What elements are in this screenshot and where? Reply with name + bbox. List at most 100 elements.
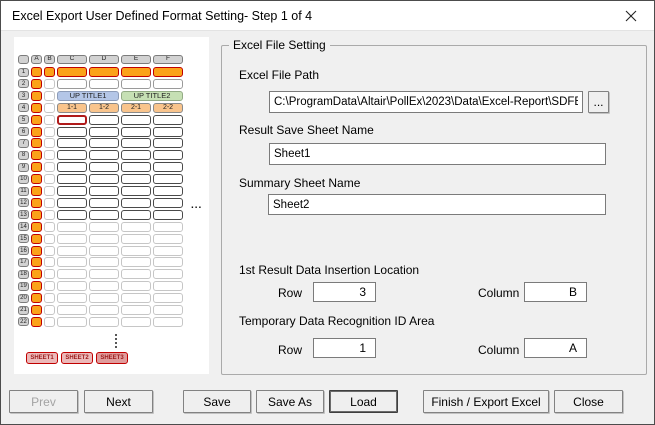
cell-B8[interactable] [44,150,55,160]
excel-file-path-input[interactable] [269,91,583,113]
row-header-6[interactable]: 6 [18,127,29,136]
cell-F14[interactable] [153,222,183,232]
cell-D11[interactable] [89,186,119,196]
cell-F17[interactable] [153,257,183,267]
cell-A11[interactable] [31,186,42,196]
cell-A6[interactable] [31,127,42,137]
cell-A18[interactable] [31,269,42,279]
up-title2-cell[interactable]: UP TITLE2 [121,91,183,101]
load-button[interactable]: Load [329,390,398,413]
cell-E11[interactable] [121,186,151,196]
cell-B12[interactable] [44,198,55,208]
cell-A12[interactable] [31,198,42,208]
cell-C1[interactable] [57,67,87,77]
cell-F11[interactable] [153,186,183,196]
cell-A3[interactable] [31,91,42,101]
cell-B20[interactable] [44,293,55,303]
close-button[interactable] [608,1,654,30]
cell-B3[interactable] [44,91,55,101]
cell-A1[interactable] [31,67,42,77]
column-header-F[interactable]: F [153,55,183,64]
cell-A17[interactable] [31,257,42,267]
cell-B17[interactable] [44,257,55,267]
summary-sheet-input[interactable] [268,194,606,215]
cell-A19[interactable] [31,281,42,291]
cell-E19[interactable] [121,281,151,291]
cell-C6[interactable] [57,127,87,137]
cell-C21[interactable] [57,305,87,315]
sub-title-cell-1-1[interactable]: 1-1 [57,103,87,113]
cell-F10[interactable] [153,174,183,184]
row-header-16[interactable]: 16 [18,246,29,255]
save-button[interactable]: Save [183,390,251,413]
cell-C15[interactable] [57,234,87,244]
result-sheet-input[interactable] [269,143,606,165]
row-header-7[interactable]: 7 [18,139,29,148]
row-header-2[interactable]: 2 [18,79,29,88]
cell-B21[interactable] [44,305,55,315]
sub-title-cell-2-2[interactable]: 2-2 [153,103,183,113]
cell-C5[interactable] [57,115,87,125]
cell-F22[interactable] [153,317,183,327]
cell-E15[interactable] [121,234,151,244]
cell-C18[interactable] [57,269,87,279]
cell-B2[interactable] [44,79,55,89]
cell-A10[interactable] [31,174,42,184]
save-as-button[interactable]: Save As [256,390,324,413]
cell-E2[interactable] [121,79,151,89]
cell-D16[interactable] [89,246,119,256]
cell-C9[interactable] [57,162,87,172]
cell-A13[interactable] [31,210,42,220]
cell-B4[interactable] [44,103,55,113]
cell-D21[interactable] [89,305,119,315]
cell-B1[interactable] [44,67,55,77]
row-header-13[interactable]: 13 [18,210,29,219]
cell-B14[interactable] [44,222,55,232]
cell-F6[interactable] [153,127,183,137]
cell-F5[interactable] [153,115,183,125]
cell-D10[interactable] [89,174,119,184]
cell-D2[interactable] [89,79,119,89]
row-header-11[interactable]: 11 [18,187,29,196]
cell-A20[interactable] [31,293,42,303]
browse-button[interactable]: ... [588,91,609,113]
cell-D9[interactable] [89,162,119,172]
cell-B6[interactable] [44,127,55,137]
cell-D7[interactable] [89,138,119,148]
cell-A4[interactable] [31,103,42,113]
row-header-22[interactable]: 22 [18,317,29,326]
column-header-D[interactable]: D [89,55,119,64]
cell-E18[interactable] [121,269,151,279]
cell-C11[interactable] [57,186,87,196]
sheet-tab-sheet3[interactable]: SHEET3 [96,352,128,364]
cell-B11[interactable] [44,186,55,196]
next-button[interactable]: Next [84,390,153,413]
corner-header-cell[interactable] [18,55,29,64]
cell-D18[interactable] [89,269,119,279]
cell-E7[interactable] [121,138,151,148]
cell-B19[interactable] [44,281,55,291]
recognition-row-input[interactable] [313,338,376,358]
column-header-B[interactable]: B [44,55,55,64]
cell-F13[interactable] [153,210,183,220]
cell-E8[interactable] [121,150,151,160]
cell-C13[interactable] [57,210,87,220]
cell-A8[interactable] [31,150,42,160]
cell-F2[interactable] [153,79,183,89]
row-header-10[interactable]: 10 [18,175,29,184]
cell-E17[interactable] [121,257,151,267]
cell-E9[interactable] [121,162,151,172]
row-header-20[interactable]: 20 [18,294,29,303]
column-header-E[interactable]: E [121,55,151,64]
cell-C2[interactable] [57,79,87,89]
cell-D22[interactable] [89,317,119,327]
cell-F18[interactable] [153,269,183,279]
cell-D8[interactable] [89,150,119,160]
cell-D17[interactable] [89,257,119,267]
row-header-5[interactable]: 5 [18,115,29,124]
sheet-tab-sheet2[interactable]: SHEET2 [61,352,93,364]
cell-B7[interactable] [44,138,55,148]
row-header-14[interactable]: 14 [18,222,29,231]
finish-export-button[interactable]: Finish / Export Excel [423,390,549,413]
row-header-1[interactable]: 1 [18,68,29,77]
